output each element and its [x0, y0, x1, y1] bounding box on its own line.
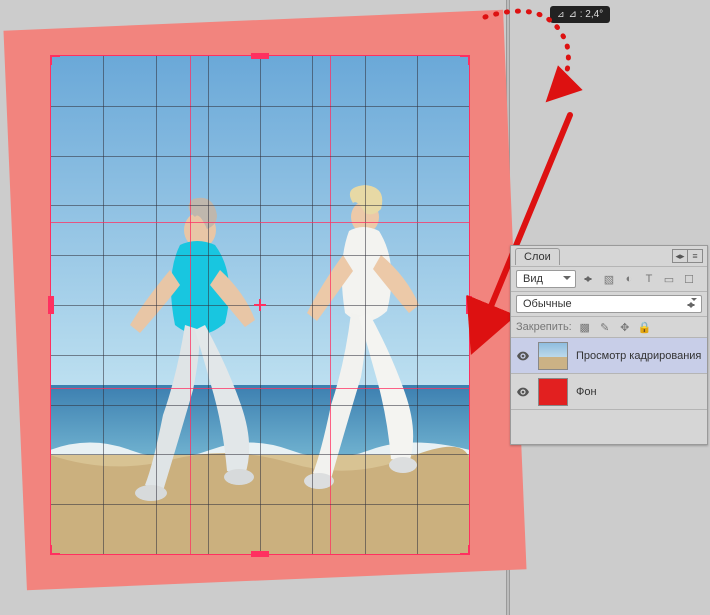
layer-name: Фон	[576, 386, 597, 398]
panel-corner-buttons: ◂▸ ≡	[673, 249, 703, 263]
blend-mode-select[interactable]: Обычные	[516, 295, 702, 313]
layers-tab-label: Слои	[524, 251, 551, 263]
layer-kind-filter[interactable]: Вид	[516, 270, 576, 288]
filter-type-icon[interactable]: T	[642, 272, 656, 286]
rotation-value: ⊿ : 2,4°	[569, 9, 604, 20]
lock-all-icon[interactable]: 🔒	[638, 320, 652, 334]
filter-shape-icon[interactable]: ▭	[662, 272, 676, 286]
crop-handle-top-left[interactable]	[50, 55, 60, 65]
blend-mode-label: Обычные	[523, 298, 572, 310]
crop-handle-bottom-left[interactable]	[50, 545, 60, 555]
filter-adjust-icon[interactable]: ◐	[622, 272, 636, 286]
crop-handle-top[interactable]	[251, 53, 269, 59]
crop-frame[interactable]	[50, 55, 470, 555]
layer-thumbnail	[538, 342, 568, 370]
angle-icon: ⊿	[557, 9, 565, 20]
crop-handle-left[interactable]	[48, 296, 54, 314]
filter-smart-icon[interactable]: ☐	[682, 272, 696, 286]
layers-panel: Слои ◂▸ ≡ Вид ▧ ◐ T ▭ ☐ Обычные Закрепит…	[510, 245, 708, 445]
visibility-toggle[interactable]	[516, 385, 530, 399]
layer-row-crop-preview[interactable]: Просмотр кадрирования	[511, 337, 707, 373]
panel-collapse-button[interactable]: ◂▸	[672, 249, 688, 263]
lock-position-icon[interactable]: ✥	[618, 320, 632, 334]
visibility-toggle[interactable]	[516, 349, 530, 363]
crop-handle-bottom[interactable]	[251, 551, 269, 557]
lock-pixels-icon[interactable]: ✎	[598, 320, 612, 334]
canvas-area	[15, 20, 515, 605]
layer-name: Просмотр кадрирования	[576, 350, 701, 362]
layer-row-background[interactable]: Фон	[511, 373, 707, 409]
layers-empty-area	[511, 409, 707, 435]
filter-stepper-icon[interactable]	[582, 270, 596, 288]
layer-kind-label: Вид	[523, 273, 543, 285]
lock-label: Закрепить:	[516, 321, 572, 333]
rotation-tooltip: ⊿ ⊿ : 2,4°	[550, 6, 610, 23]
crop-handle-right[interactable]	[466, 296, 472, 314]
panel-menu-button[interactable]: ≡	[687, 249, 703, 263]
crop-handle-bottom-right[interactable]	[460, 545, 470, 555]
lock-transparency-icon[interactable]: ▩	[578, 320, 592, 334]
layer-thumbnail	[538, 378, 568, 406]
crop-handle-top-right[interactable]	[460, 55, 470, 65]
crop-center-icon	[254, 299, 266, 311]
filter-pixel-icon[interactable]: ▧	[602, 272, 616, 286]
layers-tab[interactable]: Слои	[515, 248, 560, 265]
